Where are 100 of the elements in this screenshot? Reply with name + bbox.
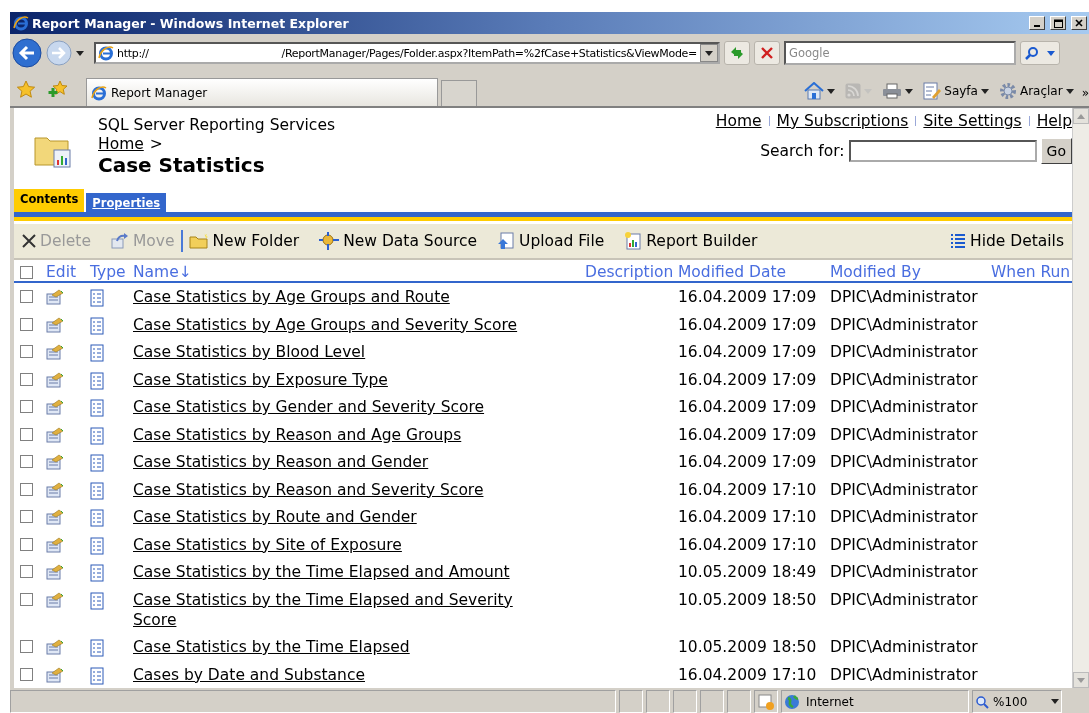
zone-label: Internet: [806, 694, 854, 709]
nav-link[interactable]: My Subscriptions: [776, 112, 909, 130]
stop-button[interactable]: [754, 41, 780, 65]
caret-icon: [1065, 88, 1074, 94]
warning-page-icon: [758, 693, 774, 710]
checkbox[interactable]: [20, 290, 33, 303]
address-field[interactable]: http:// /ReportManager/Pages/Folder.aspx?ItemPath=%2fCase+Statistics&ViewMode=: [94, 42, 720, 64]
status-panel: [619, 690, 643, 713]
breadcrumb-link[interactable]: Home: [98, 135, 144, 154]
search-button[interactable]: [1020, 41, 1060, 65]
forward-button[interactable]: [46, 40, 72, 66]
report-link[interactable]: Case Statistics by Blood Level: [133, 342, 366, 362]
new-folder-button[interactable]: New Folder: [188, 232, 300, 250]
report-link[interactable]: Case Statistics by Reason and Age Groups: [133, 424, 462, 445]
report-link[interactable]: Case Statistics by Reason and Gender: [133, 452, 429, 472]
checkbox[interactable]: [20, 482, 33, 496]
checkbox[interactable]: [20, 265, 33, 279]
checkbox[interactable]: [20, 427, 33, 441]
maximize-button[interactable]: [1050, 16, 1066, 30]
report-link[interactable]: Case Statistics by Age Groups and Route: [133, 287, 450, 307]
search-field[interactable]: Google: [784, 41, 1016, 65]
report-link[interactable]: Cases by Date and Substance: [133, 664, 365, 685]
checkbox[interactable]: [20, 400, 33, 413]
url-text: http://: [117, 46, 149, 60]
report-link[interactable]: Case Statistics by the Time Elapsed: [133, 637, 410, 657]
checkbox[interactable]: [20, 510, 33, 523]
zoom-button[interactable]: %100: [972, 690, 1062, 713]
table-cell: DPIC\Administrator: [830, 508, 978, 526]
report-link[interactable]: Case Statistics by the Time Elapsed and Amount: [133, 562, 510, 582]
column-header[interactable]: Edit: [46, 263, 77, 281]
column-header[interactable]: Modified By: [830, 263, 921, 281]
nav-link[interactable]: Home: [715, 112, 762, 130]
checkbox[interactable]: [20, 667, 33, 681]
folder-report-icon: [34, 134, 72, 168]
report-link[interactable]: Case Statistics by Reason and Severity Score: [133, 479, 484, 500]
table-cell: DPIC\Administrator: [830, 665, 978, 684]
report-link[interactable]: Case Statistics by Age Groups and Severity Score: [133, 314, 518, 335]
checkbox[interactable]: [20, 640, 33, 653]
data-source-button[interactable]: New Data Source: [319, 232, 478, 250]
table-cell: DPIC\Administrator: [830, 453, 978, 471]
refresh-button[interactable]: [724, 41, 750, 65]
breadcrumb-separator: >: [149, 135, 163, 154]
scrollbar[interactable]: [1072, 108, 1089, 688]
report-link[interactable]: Case Statistics by Route and Gender: [133, 507, 417, 527]
checkbox[interactable]: [20, 565, 33, 578]
report-link[interactable]: Case Statistics by Gender and Severity Score: [133, 397, 485, 417]
scroll-up-button[interactable]: [1073, 108, 1089, 124]
more-chevron[interactable]: »: [1081, 82, 1089, 100]
upload-button[interactable]: Upload File: [497, 232, 605, 250]
add-favorite-button[interactable]: [48, 80, 68, 98]
table-cell: 16.04.2009 17:09: [678, 453, 817, 471]
edit-icon: [46, 316, 64, 333]
edit-icon: [46, 564, 64, 580]
report-link[interactable]: Case Statistics by the Time Elapsed and Severity Score: [133, 589, 529, 630]
report-link[interactable]: Case Statistics by Exposure Type: [133, 369, 388, 390]
minimize-button[interactable]: [1029, 16, 1045, 30]
column-header[interactable]: Name↓: [133, 263, 192, 281]
gear-icon: [998, 82, 1017, 100]
report-icon: [90, 481, 104, 500]
checkbox[interactable]: [20, 537, 33, 551]
column-header[interactable]: When Run: [991, 263, 1071, 281]
go-button[interactable]: Go: [1040, 138, 1072, 164]
column-header[interactable]: Modified Date: [678, 263, 787, 281]
page-button[interactable]: Sayfa: [921, 82, 991, 100]
edit-icon: [46, 344, 64, 360]
house-icon: [804, 82, 825, 100]
browser-tab[interactable]: Report Manager: [86, 78, 438, 106]
report-icon: [90, 344, 104, 362]
table-cell: 16.04.2009 17:09: [678, 343, 817, 361]
close-button[interactable]: [1071, 16, 1087, 30]
checkbox[interactable]: [20, 345, 33, 358]
nav-link[interactable]: Help: [1036, 112, 1072, 130]
tools-button[interactable]: Araçlar: [996, 82, 1076, 100]
search-label: Search for:: [760, 142, 845, 160]
print-button[interactable]: [880, 83, 916, 99]
table-cell: 16.04.2009 17:09: [678, 425, 817, 444]
delete-icon: [22, 234, 36, 248]
page-tab[interactable]: Properties: [86, 193, 167, 212]
page-tab[interactable]: Contents: [14, 189, 85, 212]
checkbox[interactable]: [20, 455, 33, 468]
table-cell: DPIC\Administrator: [830, 315, 978, 334]
scroll-down-button[interactable]: [1073, 672, 1089, 688]
checkbox[interactable]: [20, 317, 33, 331]
search-icon: [1025, 46, 1039, 60]
checkbox[interactable]: [20, 372, 33, 386]
report-icon: [90, 666, 104, 685]
nav-link[interactable]: Site Settings: [923, 112, 1022, 130]
checkbox[interactable]: [20, 592, 33, 606]
column-header[interactable]: Type: [90, 263, 126, 281]
report-link[interactable]: Case Statistics by Site of Exposure: [133, 534, 402, 555]
back-button[interactable]: [12, 38, 42, 68]
column-header[interactable]: Description: [585, 263, 674, 281]
home-button[interactable]: [802, 82, 838, 100]
dropdown-button[interactable]: [700, 44, 718, 62]
builder-button[interactable]: Report Builder: [624, 232, 758, 250]
details-grid-icon: [950, 233, 966, 249]
edit-icon: [46, 481, 64, 498]
details-button[interactable]: Hide Details: [950, 232, 1064, 250]
report-icon: [90, 426, 104, 445]
search-field[interactable]: [848, 140, 1037, 162]
